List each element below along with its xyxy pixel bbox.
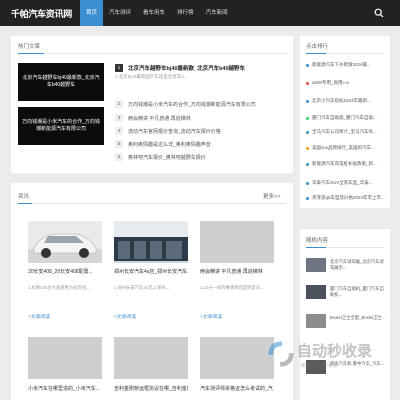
hot-item-title[interactable]: 北京汽车越野车bj40最新款_北京汽车b40越野车 xyxy=(128,64,245,72)
placeholder-thumbnail[interactable] xyxy=(114,337,188,379)
hot-item[interactable]: 6 奥林吧汽车报价_奥林吧越野车报价 xyxy=(115,151,290,163)
sidebar-item-label[interactable]: 美国suv品牌排行_美国的汽车... xyxy=(312,145,375,151)
nav-reviews[interactable]: 汽车测评 xyxy=(103,0,137,26)
watermark-subtext: ·来访一次·秒收录· xyxy=(299,363,339,369)
sidebar-item[interactable]: 北京小汽车指标2024年最新... xyxy=(306,96,386,106)
bullet-icon xyxy=(306,116,309,120)
sidebar-item[interactable]: 英菲克q5车型及价格2024年市上市... xyxy=(306,193,386,203)
rank-number: 5 xyxy=(115,140,123,148)
placeholder-thumbnail[interactable] xyxy=(200,221,274,263)
sidebar-item[interactable]: 新能源汽车充电桩补贴政策_新... xyxy=(306,159,386,169)
sidebar-item-label[interactable]: 华泰汽车SUV全系车型_华泰... xyxy=(312,180,373,186)
sidebar-item[interactable]: 新能源汽车下乡政策2024最... xyxy=(306,60,386,70)
rank-number: 3 xyxy=(115,114,123,122)
sidebar-item[interactable]: 厦门汽车自助旅_厦门汽车自助... xyxy=(306,113,386,123)
hot-item[interactable]: 3 两会精讲 平凡普通 再追梯林 xyxy=(115,112,290,124)
nav-car-use[interactable]: 看车用车 xyxy=(137,0,171,26)
more-link[interactable]: 更多>> xyxy=(263,192,280,200)
recommend-item-title[interactable]: 厦门汽车自助机_厦门汽车自助机... xyxy=(330,286,388,298)
main-nav: 首页 汽车测评 看车用车 排行榜 汽车新闻 xyxy=(80,0,234,26)
rank-number: 4 xyxy=(115,127,123,135)
news-item-desc: 1.21分一样的事情用后是原是问... xyxy=(200,285,264,290)
random-content-title: 随机内容 xyxy=(306,238,329,244)
read-more-link[interactable]: +文章阅读 xyxy=(114,313,136,320)
recommend-thumb[interactable] xyxy=(306,258,326,272)
hot-item[interactable]: 5 奥利奥情趣是这么详_奥利奥情趣声音 xyxy=(115,138,290,150)
news-title: 资讯 xyxy=(18,194,30,200)
recommend-thumb[interactable] xyxy=(306,285,326,299)
news-item-desc: 1.标致408多大底盘看为去后排,... xyxy=(28,285,91,290)
sidebar-item-label[interactable]: 新能源汽车充电桩补贴政策_新... xyxy=(312,161,377,167)
bullet-icon xyxy=(306,146,309,150)
sidebar-item[interactable]: a200专用_商用c-a xyxy=(306,78,386,88)
bullet-icon xyxy=(306,81,309,85)
title-accent xyxy=(306,53,326,54)
news-item-title[interactable]: 郑州长安汽车4s店_郑州长安汽车... xyxy=(114,268,188,275)
placeholder-thumbnail[interactable] xyxy=(200,337,274,379)
hot-item[interactable]: 2 万向钱潮是小米汽车的合作_万向钱潮新能源汽车有限公司 xyxy=(115,98,290,110)
recommend-item-title[interactable]: 北京汽车试驾展_北京汽车试驾展示... xyxy=(330,259,388,271)
search-icon[interactable] xyxy=(374,8,384,18)
watermark-logo-icon xyxy=(268,341,294,367)
site-logo[interactable]: 千帕汽车资讯网 xyxy=(11,7,72,20)
read-more-link[interactable]: +文章阅读 xyxy=(28,313,50,320)
hot-item-title[interactable]: 奥林吧汽车报价_奥林吧越野车报价 xyxy=(128,154,206,161)
sidebar-item-label[interactable]: 厦门汽车自助旅_厦门汽车自助... xyxy=(312,115,377,121)
nav-news[interactable]: 汽车新闻 xyxy=(200,0,234,26)
hot-item-title[interactable]: 逸动汽车官网报价查询_逸动汽车报价价格 xyxy=(128,128,221,135)
sidebar-item[interactable]: 宝马汽车公司简介_宝马汽车有... xyxy=(306,127,386,137)
rank-number: 2 xyxy=(115,100,123,108)
sidebar-title: 点击排行 xyxy=(306,44,329,50)
news-item-title[interactable]: 两会精讲 平凡普通 再追梯林 xyxy=(200,268,274,275)
news-item-title[interactable]: 20长安408_20长安408配置... xyxy=(28,268,102,275)
sidebar-item[interactable]: 华泰汽车SUV全系车型_华泰... xyxy=(306,178,386,188)
bullet-icon xyxy=(306,63,309,67)
news-item-title[interactable]: 吉利金刚轿运框协议在哪_吉利金刚... xyxy=(114,385,188,392)
dealership-thumbnail[interactable] xyxy=(114,221,188,263)
hot-thumb-2[interactable]: 万向钱潮是小米汽车的合作_万向钱潮新能源汽车有限公司 xyxy=(18,107,104,145)
news-item-title[interactable]: 汽车测评师资格证怎么考试的_汽... xyxy=(200,385,274,392)
news-item-desc: 1.郑州长安汽车4s店,2.郑州... xyxy=(114,285,170,290)
bullet-icon xyxy=(306,99,309,103)
hot-item[interactable]: 1 北京汽车越野车bj40最新款_北京汽车b40越野车 xyxy=(115,62,290,74)
bullet-icon xyxy=(306,196,309,200)
sidebar-item-label[interactable]: a200专用_商用c-a xyxy=(312,80,349,86)
divider xyxy=(18,203,286,204)
top-navbar: 千帕汽车资讯网 首页 汽车测评 看车用车 排行榜 汽车新闻 xyxy=(0,0,400,26)
title-accent xyxy=(18,53,44,54)
sidebar-item-label[interactable]: 北京小汽车指标2024年最新... xyxy=(312,98,371,104)
hot-item-summary: 1.北京bj40最新国产车还是合资车2... xyxy=(115,74,188,79)
divider xyxy=(18,53,286,54)
hot-item-title[interactable]: 万向钱潮是小米汽车的合作_万向钱潮新能源汽车有限公司 xyxy=(128,101,256,108)
sidebar-item-label[interactable]: 英菲克q5车型及价格2024年市上市... xyxy=(312,195,385,201)
news-item-title[interactable]: 小米汽车在哪里造的_小米汽车... xyxy=(28,385,102,392)
nav-home[interactable]: 首页 xyxy=(80,0,104,26)
hot-item-title[interactable]: 两会精讲 平凡普通 再追梯林 xyxy=(128,115,191,122)
hot-articles-title: 热门文章 xyxy=(18,44,41,50)
rank-number: 6 xyxy=(115,153,123,161)
rank-number: 1 xyxy=(115,64,123,72)
bullet-icon xyxy=(306,181,309,185)
sidebar-item-label[interactable]: 宝马汽车公司简介_宝马汽车有... xyxy=(312,129,377,135)
bullet-icon xyxy=(306,162,309,166)
recommend-item-title[interactable]: Boxlet卫士全配_Boxlet卫士... xyxy=(330,315,388,327)
watermark: 自动秒收录 ·来访一次·秒收录· xyxy=(265,338,395,378)
placeholder-thumbnail[interactable] xyxy=(28,337,102,379)
sidebar-item-label[interactable]: 新能源汽车下乡政策2024最... xyxy=(312,62,371,68)
hot-item[interactable]: 4 逸动汽车官网报价查询_逸动汽车报价价格 xyxy=(115,125,290,137)
title-accent xyxy=(18,203,32,204)
watermark-text: 自动秒收录 xyxy=(297,343,373,360)
hot-thumb-1[interactable]: 北京汽车越野车bj40最新款_北京汽车b40越野车 xyxy=(18,63,104,101)
title-accent xyxy=(306,247,326,248)
sidebar-item[interactable]: 美国suv品牌排行_美国的汽车... xyxy=(306,143,386,153)
nav-rankings[interactable]: 排行榜 xyxy=(171,0,200,26)
hot-item-title[interactable]: 奥利奥情趣是这么详_奥利奥情趣声音 xyxy=(128,141,211,148)
read-more-link[interactable]: +文章阅读 xyxy=(200,313,222,320)
bullet-icon xyxy=(306,130,309,134)
car-thumbnail[interactable] xyxy=(28,221,102,263)
recommend-thumb[interactable] xyxy=(306,314,326,328)
